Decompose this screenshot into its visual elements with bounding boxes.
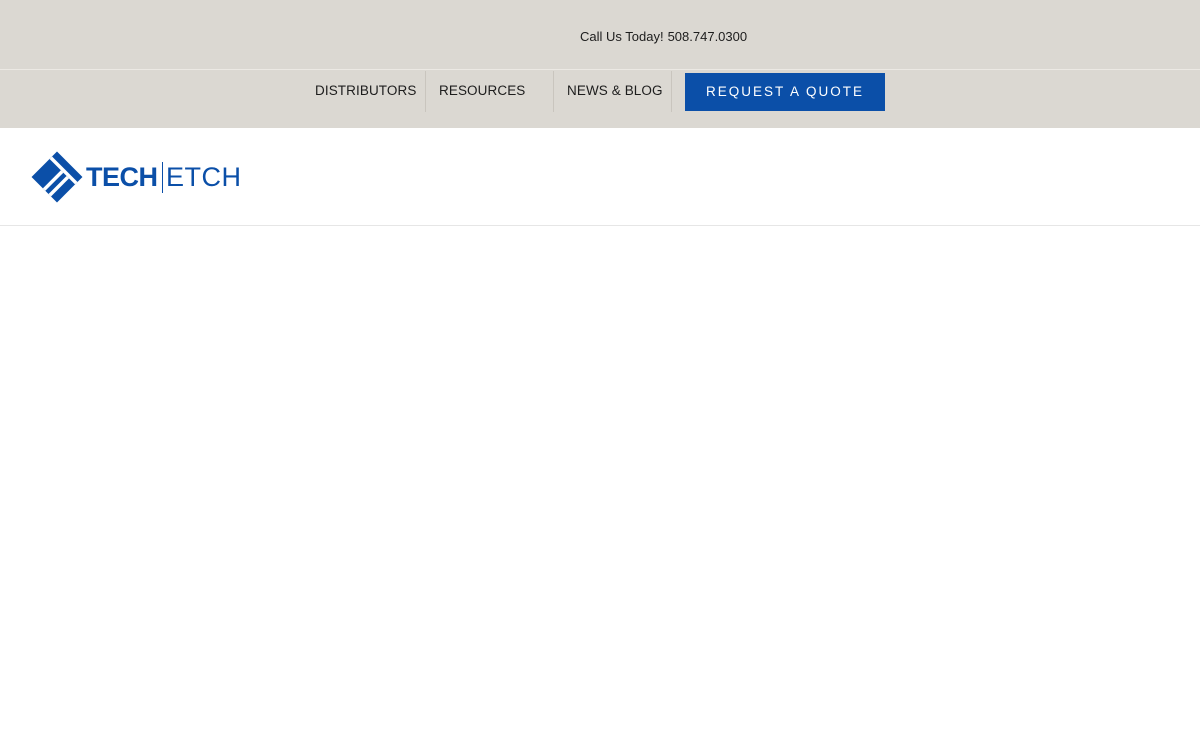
top-bar: Call Us Today! 508.747.0300 DISTRIBUTORS … bbox=[0, 0, 1200, 128]
logo[interactable]: TECH ETCH bbox=[30, 150, 242, 204]
site-header: TECH ETCH bbox=[0, 128, 1200, 226]
diamond-stripes-icon bbox=[31, 151, 83, 203]
nav-item-distributors[interactable]: DISTRIBUTORS bbox=[315, 70, 416, 112]
call-label: Call Us Today! bbox=[580, 29, 664, 44]
phone-number-link[interactable]: 508.747.0300 bbox=[668, 29, 748, 44]
nav-item-news-blog[interactable]: NEWS & BLOG bbox=[567, 70, 663, 112]
logo-text-tech: TECH bbox=[86, 161, 158, 192]
call-us-text: Call Us Today! 508.747.0300 bbox=[580, 29, 747, 44]
nav-divider bbox=[553, 71, 554, 112]
nav-item-resources[interactable]: RESOURCES bbox=[439, 70, 525, 112]
logo-text-etch: ETCH bbox=[166, 161, 242, 192]
nav-divider bbox=[671, 71, 672, 112]
call-bar: Call Us Today! 508.747.0300 bbox=[0, 0, 1200, 70]
request-quote-button[interactable]: REQUEST A QUOTE bbox=[685, 73, 885, 111]
nav-divider bbox=[425, 71, 426, 112]
logo-separator bbox=[161, 161, 163, 193]
main-nav: DISTRIBUTORS RESOURCES NEWS & BLOG bbox=[0, 70, 1200, 114]
logo-wordmark: TECH ETCH bbox=[86, 161, 242, 193]
page-content-area bbox=[0, 226, 1200, 750]
